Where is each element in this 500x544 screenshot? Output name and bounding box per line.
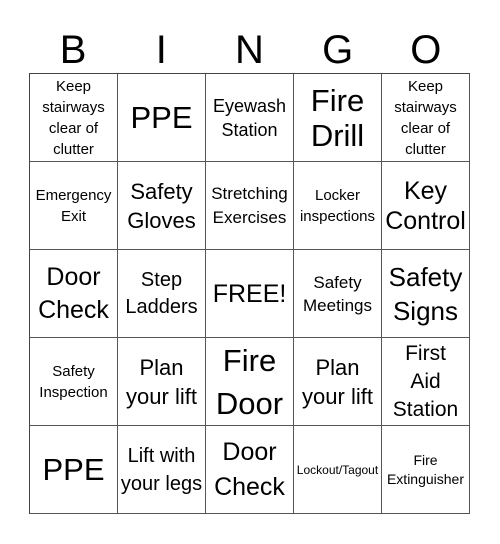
bingo-cell-g1[interactable]: Fire Drill (294, 74, 382, 162)
cell-text: Safety Signs (388, 261, 463, 326)
bingo-cell-n4[interactable]: Fire Door (206, 338, 294, 426)
bingo-cell-b2[interactable]: Emergency Exit (30, 162, 118, 250)
header-letter-g: G (322, 28, 354, 72)
cell-text: Locker inspections (299, 186, 376, 225)
bingo-cell-g2[interactable]: Locker inspections (294, 162, 382, 250)
bingo-cell-g4[interactable]: Plan your lift (294, 338, 382, 426)
cell-text: Keep stairways clear of clutter (42, 77, 105, 158)
cell-text: Fire Drill (310, 82, 365, 153)
cell-text: Eyewash Station (212, 95, 287, 140)
cell-text: Fire Extinguisher (386, 451, 465, 487)
cell-text: Door Check (214, 437, 285, 501)
cell-text: Stretching Exercises (211, 183, 288, 227)
cell-text: Lockout/Tagout (296, 462, 379, 477)
cell-text: Emergency Exit (35, 186, 112, 225)
cell-text: Safety Inspection (39, 362, 108, 401)
cell-text: Keep stairways clear of clutter (394, 77, 457, 158)
header-letter-i: I (155, 28, 167, 72)
bingo-cell-n2[interactable]: Stretching Exercises (206, 162, 294, 250)
bingo-cell-o3[interactable]: Safety Signs (382, 250, 470, 338)
bingo-cell-n5[interactable]: Door Check (206, 426, 294, 514)
bingo-grid: Keep stairways clear of clutter PPE Eyew… (29, 73, 470, 514)
cell-text: PPE (42, 452, 105, 487)
bingo-cell-i5[interactable]: Lift with your legs (118, 426, 206, 514)
cell-text: PPE (130, 100, 193, 135)
bingo-cell-g5[interactable]: Lockout/Tagout (294, 426, 382, 514)
bingo-cell-g3[interactable]: Safety Meetings (294, 250, 382, 338)
header-letter-o: O (410, 28, 442, 72)
cell-text: Fire Door (215, 342, 284, 421)
bingo-cell-b5[interactable]: PPE (30, 426, 118, 514)
cell-text: Plan your lift (302, 354, 373, 409)
bingo-cell-b1[interactable]: Keep stairways clear of clutter (30, 74, 118, 162)
bingo-cell-o4[interactable]: First Aid Station (382, 338, 470, 426)
bingo-cell-o1[interactable]: Keep stairways clear of clutter (382, 74, 470, 162)
free-space: FREE! (212, 279, 287, 308)
bingo-cell-i3[interactable]: Step Ladders (118, 250, 206, 338)
bingo-cell-b4[interactable]: Safety Inspection (30, 338, 118, 426)
bingo-cell-i4[interactable]: Plan your lift (118, 338, 206, 426)
bingo-cell-n1[interactable]: Eyewash Station (206, 74, 294, 162)
bingo-header: B I N G O (29, 28, 470, 73)
cell-text: Lift with your legs (120, 444, 203, 495)
cell-text: Step Ladders (125, 268, 198, 318)
cell-text: Key Control (385, 176, 466, 235)
cell-text: First Aid Station (392, 341, 459, 421)
bingo-cell-o5[interactable]: Fire Extinguisher (382, 426, 470, 514)
header-letter-n: N (235, 28, 264, 72)
cell-text: Safety Gloves (127, 178, 196, 233)
header-letter-b: B (59, 28, 87, 72)
cell-text: Plan your lift (126, 354, 197, 409)
bingo-cell-b3[interactable]: Door Check (30, 250, 118, 338)
bingo-cell-i2[interactable]: Safety Gloves (118, 162, 206, 250)
bingo-cell-i1[interactable]: PPE (118, 74, 206, 162)
bingo-cell-o2[interactable]: Key Control (382, 162, 470, 250)
cell-text: Safety Meetings (303, 272, 372, 315)
cell-text: Door Check (38, 262, 109, 324)
bingo-cell-n3[interactable]: FREE! (206, 250, 294, 338)
